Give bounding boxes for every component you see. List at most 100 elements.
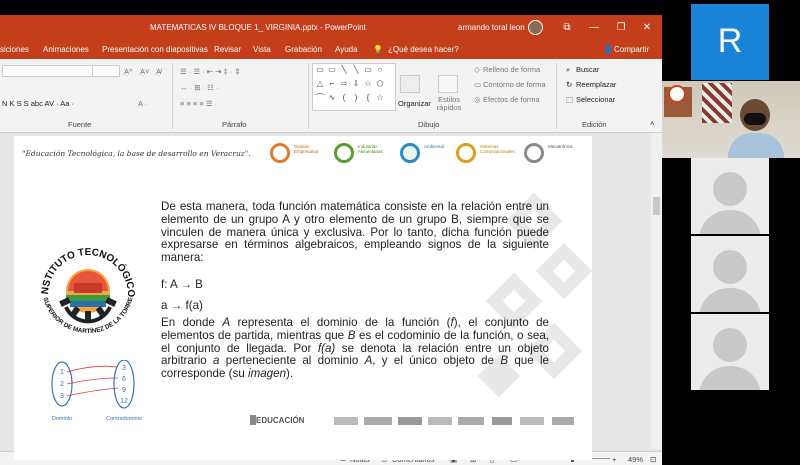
dept-logo-icon	[334, 143, 354, 163]
title-bar: MATEMATICAS IV BLOQUE 1_ VIRGINIA.pptx -…	[0, 15, 662, 41]
user-placeholder-icon	[713, 172, 747, 206]
align-icons[interactable]: ≡ ≡ ≡ ≡ ☰ ·	[180, 99, 217, 108]
tab-ayuda[interactable]: Ayuda	[335, 45, 358, 54]
minimize-button[interactable]: —	[585, 19, 603, 37]
svg-text:INSTITUTO TECNOLÓGICO: INSTITUTO TECNOLÓGICO	[36, 239, 136, 298]
slide-body-text[interactable]: De esta manera, toda función matemática …	[161, 200, 549, 265]
text-direction-icon[interactable]: ↔ · ⊞ · ☷ ·	[180, 83, 218, 92]
footer-logo-icon	[364, 417, 392, 425]
group-label-fuente: Fuente	[68, 120, 92, 129]
participant-tile-active[interactable]: R	[691, 4, 769, 80]
zoom-level[interactable]: 49%	[628, 455, 643, 464]
tab-animaciones[interactable]: Animaciones	[43, 45, 89, 54]
font-shrink-icon[interactable]: A˅	[140, 67, 149, 76]
select-icon[interactable]: ⬚	[566, 95, 573, 104]
svg-text:6: 6	[122, 376, 126, 383]
user-name[interactable]: armando toral leon	[458, 23, 525, 32]
group-label-parrafo: Párrafo	[222, 120, 247, 129]
svg-text:9: 9	[122, 387, 126, 394]
participant-video[interactable]	[662, 81, 800, 158]
footer-logo-icon	[458, 417, 484, 425]
quick-styles-icon[interactable]	[438, 75, 458, 93]
lightbulb-icon: 💡	[373, 45, 383, 54]
font-size-box[interactable]	[92, 65, 120, 77]
dept-logo-icon	[270, 143, 290, 163]
scroll-thumb[interactable]	[653, 197, 660, 215]
replace-button[interactable]: Reemplazar	[576, 80, 616, 89]
fill-icon[interactable]: ◇	[474, 65, 480, 74]
svg-text:SUPERIOR DE MARTÍNEZ DE LA TOR: SUPERIOR DE MARTÍNEZ DE LA TORRE	[41, 297, 134, 335]
participant-tile-empty[interactable]	[691, 236, 769, 312]
participant-tile-empty[interactable]	[691, 158, 769, 234]
paragraph-definition: De esta manera, toda función matemática …	[161, 200, 549, 265]
svg-text:3: 3	[60, 393, 64, 400]
collapse-ribbon-icon[interactable]: ˄	[650, 119, 654, 128]
font-color-icon[interactable]: A ·	[138, 99, 147, 108]
dept-sistemas-label: Sistemas Computacionales	[480, 144, 515, 154]
footer-logo-icon	[398, 417, 422, 425]
arrange-button[interactable]: Organizar	[398, 99, 431, 108]
shape-effects-button[interactable]: Efectos de forma	[483, 95, 540, 104]
tab-transiciones[interactable]: siciones	[0, 45, 29, 54]
institute-logo-text: INSTITUTO TECNOLÓGICO SUPERIOR DE MARTÍN…	[36, 239, 136, 335]
participant-tile-empty[interactable]	[691, 314, 769, 390]
svg-text:Dominio: Dominio	[52, 416, 72, 422]
dept-alimentarias-label: Industrias Alimentarias	[358, 144, 383, 154]
group-divider	[308, 63, 309, 129]
outline-icon[interactable]: ▭	[474, 80, 481, 89]
user-avatar[interactable]	[528, 20, 543, 35]
select-button[interactable]: Seleccionar	[576, 95, 615, 104]
find-icon[interactable]: ⌕	[566, 65, 570, 75]
dept-logo-icon	[400, 143, 420, 163]
effects-icon[interactable]: ◎	[474, 95, 481, 104]
tab-grabacion[interactable]: Grabación	[285, 45, 322, 54]
slide-motto: "Educación Tecnológica, la base de desar…	[22, 149, 251, 158]
svg-text:1: 1	[60, 369, 64, 376]
paragraph-explanation: En donde A representa el dominio de la f…	[161, 316, 550, 381]
tell-me-search[interactable]: ¿Qué desea hacer?	[388, 45, 459, 54]
dept-ambiental-label: Ambiental	[424, 144, 445, 149]
slide[interactable]: "Educación Tecnológica, la base de desar…	[14, 136, 592, 460]
svg-text:2: 2	[60, 381, 64, 388]
shield-icon	[250, 415, 256, 425]
dept-logo-icon	[456, 143, 476, 163]
close-button[interactable]: ✕	[638, 19, 656, 37]
replace-icon[interactable]: ↻	[566, 80, 572, 89]
arrange-icon[interactable]	[400, 75, 420, 93]
user-placeholder-icon	[713, 328, 747, 362]
svg-text:12: 12	[120, 398, 128, 405]
tab-vista[interactable]: Vista	[253, 45, 271, 54]
ribbon-display-options-button[interactable]: ⧉	[558, 19, 576, 37]
clear-format-icon[interactable]: A̸	[156, 67, 161, 76]
tab-presentacion[interactable]: Presentación con diapositivas	[102, 45, 208, 54]
footer-logo-icon	[428, 417, 452, 425]
face-mask	[744, 113, 766, 125]
screen: MATEMATICAS IV BLOQUE 1_ VIRGINIA.pptx -…	[0, 0, 800, 465]
share-button[interactable]: Compartir	[614, 45, 649, 54]
find-button[interactable]: Buscar	[576, 65, 599, 74]
shape-fill-button[interactable]: Relleno de forma	[483, 65, 540, 74]
quick-styles-button[interactable]: Estilos rápidos	[432, 96, 466, 112]
footer-logo-icon	[552, 417, 574, 425]
tab-revisar[interactable]: Revisar	[214, 45, 241, 54]
footer-logo-icon	[334, 417, 358, 425]
window-title: MATEMATICAS IV BLOQUE 1_ VIRGINIA.pptx -…	[150, 23, 366, 32]
shapes-gallery[interactable]: ▭ ▭ ╲ ╲ ▭ ○ △ ⌐ ⇨ ⇩ ☆ ⬠ ⌒ ∿ ( ) { ☆	[312, 63, 396, 111]
vertical-scrollbar[interactable]	[651, 133, 662, 449]
format-strip-icon[interactable]: N K S S abc AV · Aa ·	[2, 99, 74, 108]
maximize-button[interactable]: ❐	[612, 19, 630, 37]
dept-gestion-label: Gestión Empresarial	[294, 144, 319, 154]
fit-to-window-icon[interactable]: ⊡	[650, 455, 656, 464]
font-grow-icon[interactable]: A^	[124, 67, 133, 76]
dept-logo-icon	[524, 143, 544, 163]
group-divider	[556, 63, 557, 129]
shape-outline-button[interactable]: Contorno de forma	[483, 80, 546, 89]
footer-logo-icon	[520, 417, 544, 425]
user-placeholder-icon	[713, 250, 747, 284]
bullets-icon[interactable]: ☰ · ☰ · ⇤ ⇥ ‡ · ⇕	[180, 67, 241, 76]
decorative-pattern	[702, 83, 732, 123]
group-label-edicion: Edición	[582, 120, 607, 129]
dept-mecatronica-label: Mecatrónica	[548, 144, 573, 149]
zoom-in-icon[interactable]: +	[612, 455, 616, 464]
math-line-2: a → f(a)	[161, 299, 203, 312]
